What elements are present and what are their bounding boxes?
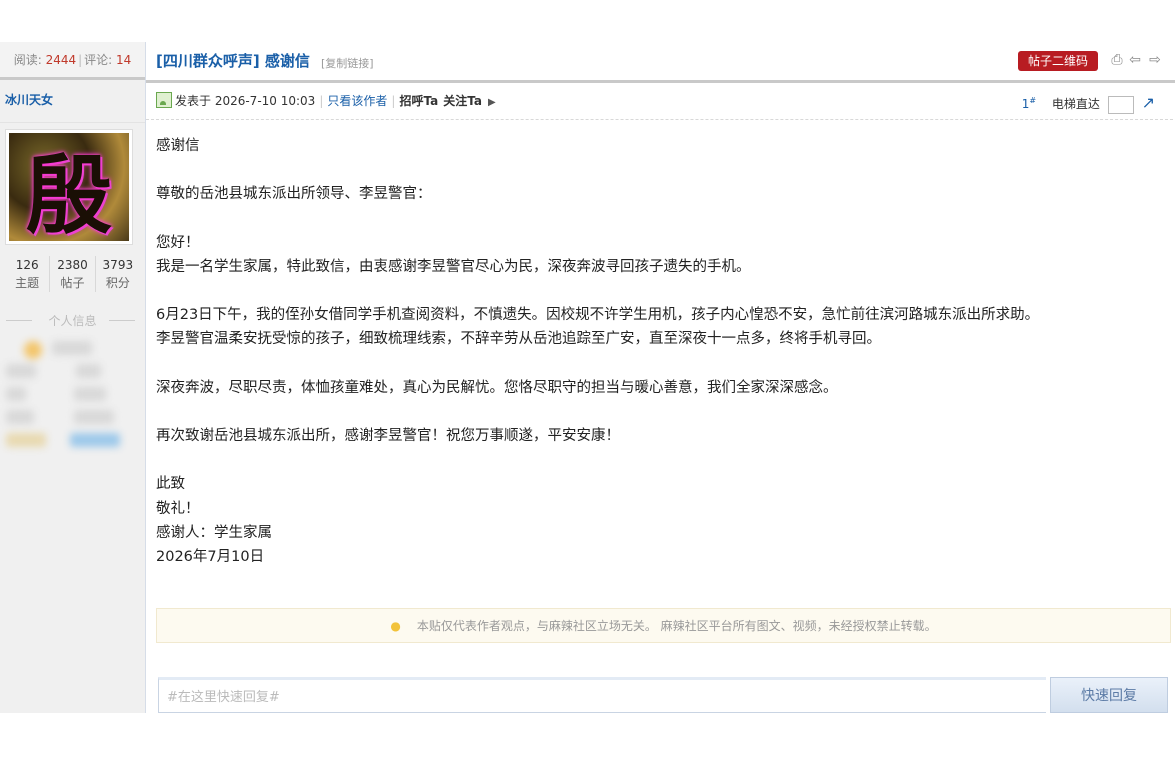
content-line: 深夜奔波，尽职尽责，体恤孩童难处，真心为民解忧。您恪尽职守的担当与暖心善意，我们… <box>156 379 838 396</box>
stat-value: 3793 <box>102 258 134 272</box>
next-thread-icon[interactable]: ⇨ <box>1147 52 1163 68</box>
content-line <box>156 279 1165 303</box>
stat-label: 积分 <box>105 276 130 290</box>
disclaimer-text: 本贴仅代表作者观点，与麻辣社区立场无关。 麻辣社区平台所有图文、视频，未经授权禁… <box>416 619 937 633</box>
content-line: 再次致谢岳池县城东派出所，感谢李昱警官！祝您万事顺遂，平安安康！ <box>156 428 620 445</box>
qr-code-button[interactable]: 帖子二维码 <box>1017 51 1098 71</box>
thread-container: 阅读: 2444 | 评论: 14 冰川天女 殷 126 主题 2380 帖子 37… <box>0 42 1175 713</box>
follow-button[interactable]: 关注Ta <box>443 94 482 108</box>
post-meta-bar: 发表于 2026-7-10 10:03 | 只看该作者 | 招呼Ta 关注Ta ▶ 1# 电… <box>146 83 1173 120</box>
stat-value: 2380 <box>57 258 88 272</box>
content-line: 敬礼！ <box>156 500 200 517</box>
content-line <box>156 400 1165 424</box>
personal-info-heading: 个人信息 <box>0 312 145 329</box>
prev-thread-icon[interactable]: ⇦ <box>1127 52 1143 68</box>
stat-label: 主题 <box>15 276 40 290</box>
content-line: 2026年7月10日 <box>156 549 265 566</box>
views-count: 2444 <box>45 53 77 67</box>
content-line: 感谢信 <box>156 138 200 154</box>
content-line <box>156 158 1165 182</box>
quick-reply-button[interactable]: 快速回复 <box>1050 677 1168 713</box>
content-line <box>156 448 1165 472</box>
stat-value: 126 <box>15 258 39 272</box>
quick-reply-input[interactable]: #在这里快速回复# <box>158 677 1046 713</box>
content-line: 您好！ <box>156 234 200 251</box>
floor-number: 1# <box>1021 96 1037 111</box>
content-line: 我是一名学生家属，特此致信，由衷感谢李昱警官尽心为民，深夜奔波寻回孩子遗失的手机… <box>156 258 751 275</box>
author-sidebar: 阅读: 2444 | 评论: 14 冰川天女 殷 126 主题 2380 帖子 37… <box>0 42 146 713</box>
content-line: 6月23日下午，我的侄孙女借同学手机查阅资料，不慎遗失。因校规不许学生用机，孩子… <box>156 307 1040 324</box>
post-content: 感谢信 尊敬的岳池县城东派出所领导、李昱警官： 您好！ 我是一名学生家属，特此致… <box>146 120 1175 570</box>
avatar[interactable]: 殷 <box>5 129 133 245</box>
go-icon[interactable]: ↗ <box>1142 93 1155 112</box>
post-icon <box>156 92 172 108</box>
content-line: 尊敬的岳池县城东派出所领导、李昱警官： <box>156 186 432 203</box>
page-title: [四川群众呼声] 感谢信 <box>156 52 310 70</box>
author-stat-topics[interactable]: 126 主题 <box>5 256 51 292</box>
author-name-link[interactable]: 冰川天女 <box>0 80 145 123</box>
post-main: [四川群众呼声] 感谢信 [复制链接] 帖子二维码 ⎙ ⇦ ⇨ 发表于 2026… <box>146 42 1175 713</box>
content-line <box>156 207 1165 231</box>
bulb-icon: ● <box>390 619 401 633</box>
stat-label: 帖子 <box>60 276 85 290</box>
thread-stats: 阅读: 2444 | 评论: 14 <box>0 42 145 80</box>
disclaimer-notice: ● 本贴仅代表作者观点，与麻辣社区立场无关。 麻辣社区平台所有图文、视频，未经授权… <box>156 608 1171 643</box>
greet-button[interactable]: 招呼Ta <box>399 94 438 108</box>
jump-floor-input[interactable] <box>1107 95 1134 114</box>
post-time: 发表于 2026-7-10 10:03 <box>175 94 316 108</box>
avatar-glyph: 殷 <box>26 144 112 242</box>
more-arrow-icon[interactable]: ▶ <box>488 97 496 108</box>
content-line: 感谢人：学生家属 <box>156 524 272 541</box>
only-author-link[interactable]: 只看该作者 <box>327 94 387 108</box>
content-line: 此致 <box>156 476 185 493</box>
blurred-personal-info <box>0 341 145 447</box>
content-line <box>156 352 1165 376</box>
thread-title-bar: [四川群众呼声] 感谢信 [复制链接] 帖子二维码 ⎙ ⇦ ⇨ <box>146 42 1175 83</box>
author-stat-posts[interactable]: 2380 帖子 <box>50 256 96 292</box>
author-stat-points[interactable]: 3793 积分 <box>96 256 140 292</box>
print-icon[interactable]: ⎙ <box>1109 52 1125 68</box>
jump-label: 电梯直达 <box>1051 97 1100 111</box>
comments-count: 14 <box>116 53 132 67</box>
views-label: 阅读: <box>13 53 42 67</box>
content-line: 李昱警官温柔安抚受惊的孩子，细致梳理线索，不辞辛劳从岳池追踪至广安，直至深夜十一… <box>156 331 881 348</box>
comments-label: 评论: <box>84 53 113 67</box>
top-blank-area <box>0 0 1175 43</box>
copy-link-button[interactable]: [复制链接] <box>321 55 374 71</box>
author-stats: 126 主题 2380 帖子 3793 积分 <box>0 256 145 292</box>
